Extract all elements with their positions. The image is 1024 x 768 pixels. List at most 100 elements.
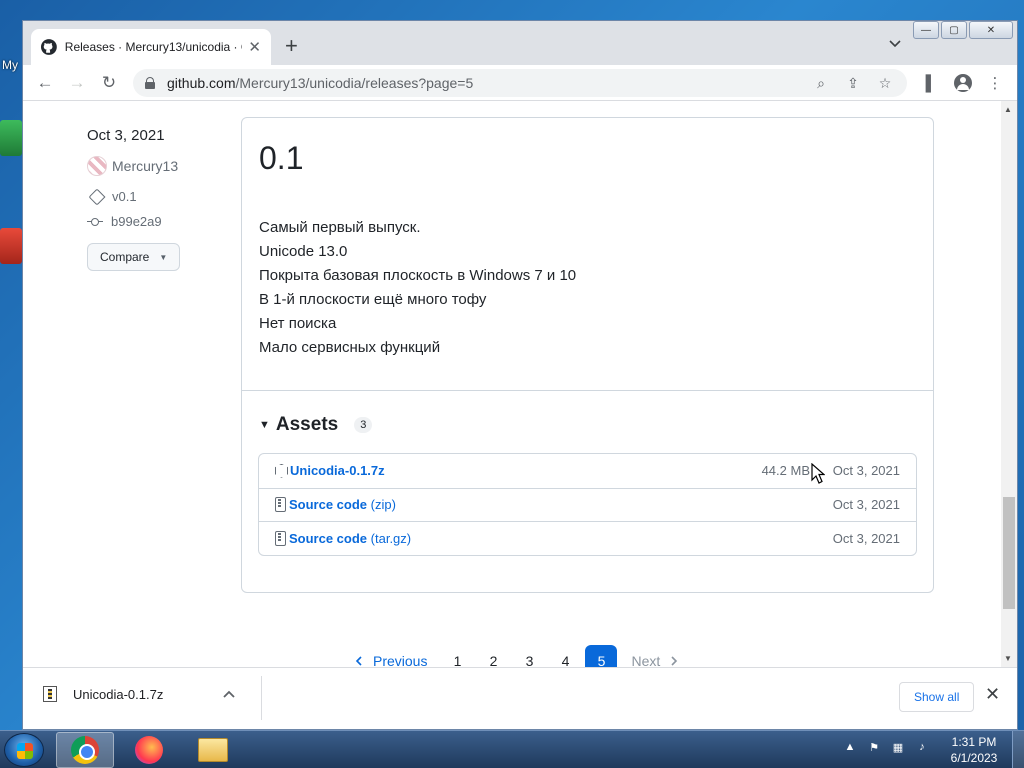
archive-file-icon	[43, 686, 57, 702]
reload-button[interactable]: ↻	[97, 71, 121, 95]
minimize-button[interactable]: —	[913, 21, 939, 39]
show-desktop-button[interactable]	[1012, 731, 1024, 768]
asset-date: Oct 3, 2021	[832, 463, 900, 479]
commit-hash[interactable]: b99e2a9	[111, 214, 162, 229]
side-panel-icon[interactable]: ▌	[915, 71, 947, 95]
url-host: github.com	[167, 75, 236, 91]
caret-down-icon: ▼	[159, 252, 168, 262]
tab-close-icon[interactable]: ✕	[248, 38, 261, 56]
firefox-icon	[135, 736, 163, 764]
scroll-up-arrow-icon[interactable]: ▲	[1004, 105, 1012, 114]
close-window-button[interactable]: ✕	[969, 21, 1013, 39]
scroll-down-arrow-icon[interactable]: ▼	[1004, 654, 1012, 663]
compare-button[interactable]: Compare ▼	[87, 243, 181, 271]
action-center-flag-icon[interactable]: ⚑	[866, 739, 882, 755]
taskbar-explorer[interactable]	[184, 732, 242, 768]
windows-logo-icon	[17, 743, 33, 759]
desktop-icon-green[interactable]	[0, 120, 22, 156]
desktop-icon-red[interactable]	[0, 228, 22, 264]
page-viewport: Oct 3, 2021 Mercury13 v0.1 b99e2a9 Compa…	[23, 101, 1017, 667]
profile-button[interactable]	[947, 71, 979, 95]
taskbar-chrome[interactable]	[56, 732, 114, 768]
asset-row: Source code (zip) Oct 3, 2021	[259, 487, 916, 522]
download-filename: Unicodia-0.1.7z	[73, 686, 164, 702]
download-bar: Unicodia-0.1.7z Show all ✕	[23, 667, 1017, 729]
taskbar: ▲ ⚑ ▦ ♪ 1:31 PM 6/1/2023	[0, 730, 1024, 768]
release-note-line: В 1-й плоскости ещё много тофу	[259, 291, 487, 308]
tab-strip: Releases · Mercury13/unicodia · GitHub ✕…	[23, 21, 1017, 65]
taskbar-firefox[interactable]	[120, 732, 178, 768]
page-link-4[interactable]: 4	[549, 645, 581, 667]
address-bar[interactable]: github.com/Mercury13/unicodia/releases?p…	[133, 69, 907, 97]
release-meta: Oct 3, 2021 Mercury13 v0.1 b99e2a9 Compa…	[87, 127, 237, 271]
network-icon[interactable]: ▦	[890, 739, 906, 755]
tag-name[interactable]: v0.1	[112, 189, 137, 204]
scroll-thumb[interactable]	[1003, 497, 1015, 609]
page-link-3[interactable]: 3	[513, 645, 545, 667]
author-avatar[interactable]	[87, 156, 107, 176]
toolbar-right: ▌ ⋮	[915, 71, 1011, 95]
taskbar-clock[interactable]: 1:31 PM 6/1/2023	[944, 734, 1004, 766]
asset-size: 44.2 MB	[761, 463, 810, 479]
asset-link[interactable]: Unicodia-0.1.7z	[290, 463, 385, 478]
triangle-down-icon: ▼	[259, 419, 270, 431]
mouse-cursor-icon	[811, 463, 825, 484]
tray-expand-icon[interactable]: ▲	[842, 739, 858, 755]
release-date: Oct 3, 2021	[87, 127, 165, 144]
back-button[interactable]: ←	[33, 71, 57, 95]
close-download-bar-icon[interactable]: ✕	[985, 684, 1000, 705]
previous-page-link[interactable]: Previous	[345, 645, 437, 667]
browser-toolbar: ← → ↻ github.com/Mercury13/unicodia/rele…	[23, 65, 1017, 101]
pagination: Previous 1 2 3 4 5 Next	[343, 645, 690, 667]
new-tab-button[interactable]: +	[285, 33, 298, 59]
system-tray: ▲ ⚑ ▦ ♪	[842, 739, 938, 755]
share-icon[interactable]: ⇪	[837, 73, 869, 93]
asset-link[interactable]: Source code (tar.gz)	[289, 531, 411, 546]
release-note-line: Unicode 13.0	[259, 243, 348, 260]
page-link-2[interactable]: 2	[477, 645, 509, 667]
url-text: github.com/Mercury13/unicodia/releases?p…	[167, 75, 473, 91]
release-author[interactable]: Mercury13	[87, 156, 237, 176]
chevron-up-icon[interactable]	[223, 690, 235, 698]
page-link-current[interactable]: 5	[585, 645, 618, 667]
page-link-1[interactable]: 1	[441, 645, 473, 667]
forward-button[interactable]: →	[65, 71, 89, 95]
next-page-link: Next	[621, 645, 688, 667]
start-button[interactable]	[4, 733, 44, 767]
file-zip-icon	[275, 530, 286, 546]
chevron-right-icon	[671, 656, 678, 666]
asset-ext: (tar.gz)	[370, 530, 412, 546]
maximize-button[interactable]: ▢	[941, 21, 967, 39]
folder-icon	[198, 738, 228, 762]
chevron-left-icon	[355, 656, 362, 666]
lock-icon[interactable]	[145, 77, 155, 89]
release-title[interactable]: 0.1	[259, 140, 303, 177]
browser-window: Releases · Mercury13/unicodia · GitHub ✕…	[22, 20, 1018, 730]
volume-muted-icon[interactable]: ♪	[914, 739, 930, 755]
profile-avatar-icon	[954, 74, 972, 92]
author-name[interactable]: Mercury13	[112, 158, 178, 174]
tag-icon	[88, 188, 106, 205]
asset-link[interactable]: Source code (zip)	[289, 497, 396, 512]
release-tag[interactable]: v0.1	[87, 188, 237, 205]
asset-date: Oct 3, 2021	[832, 530, 900, 546]
show-all-button[interactable]: Show all	[899, 682, 975, 712]
assets-toggle[interactable]: ▼ Assets 3	[259, 414, 373, 436]
release-note-line: Мало сервисных функций	[259, 339, 441, 356]
download-item[interactable]: Unicodia-0.1.7z	[43, 686, 235, 702]
package-icon	[275, 463, 288, 478]
compare-label: Compare	[100, 250, 150, 264]
asset-name: Source code	[289, 497, 368, 513]
bookmark-star-icon[interactable]: ☆	[869, 73, 901, 93]
release-commit[interactable]: b99e2a9	[87, 214, 237, 229]
browser-tab[interactable]: Releases · Mercury13/unicodia · GitHub ✕	[31, 29, 271, 65]
next-label: Next	[631, 653, 661, 667]
menu-kebab-icon[interactable]: ⋮	[979, 71, 1011, 95]
release-notes: Самый первый выпуск. Unicode 13.0 Покрыт…	[259, 216, 576, 360]
divider	[242, 390, 933, 391]
search-icon[interactable]: ⌕	[805, 73, 837, 93]
vertical-scrollbar[interactable]: ▲ ▼	[1001, 101, 1017, 667]
download-separator	[261, 676, 262, 720]
tab-search-chevron-icon[interactable]	[889, 37, 901, 51]
asset-row: Source code (tar.gz) Oct 3, 2021	[259, 521, 916, 555]
